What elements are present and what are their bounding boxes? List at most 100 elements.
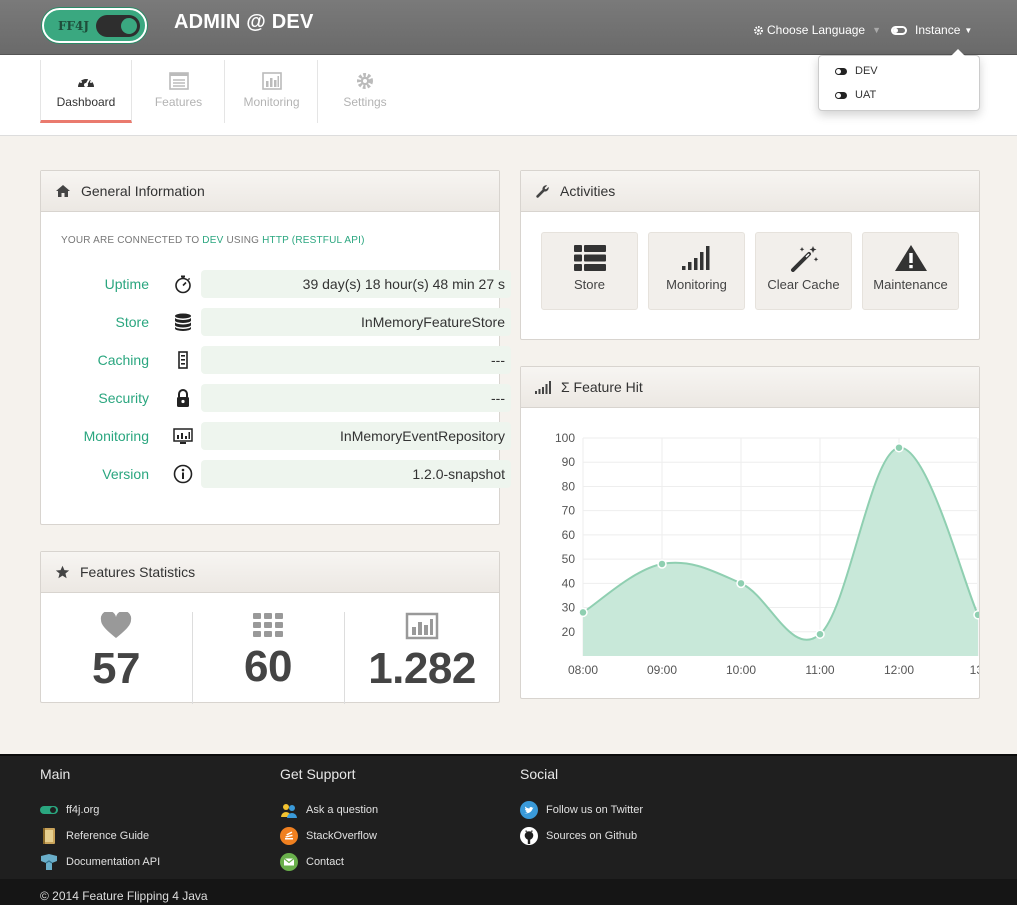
series-area	[583, 447, 978, 656]
grid-icon	[253, 613, 283, 637]
panel-title: General Information	[81, 183, 205, 199]
data-point	[894, 442, 904, 453]
instance-menu[interactable]: Instance ▼	[891, 23, 972, 37]
stat-features-total: 60	[193, 612, 343, 704]
data-point	[657, 559, 667, 569]
link-ask-question[interactable]: Ask a question	[280, 797, 378, 823]
tab-features[interactable]: Features	[133, 60, 225, 123]
info-row-version: Version 1.2.0-snapshot	[61, 460, 511, 488]
button-label: Clear Cache	[767, 277, 840, 292]
instance-option-label: UAT	[855, 89, 877, 101]
info-value: ---	[201, 346, 511, 374]
mail-icon	[280, 853, 298, 871]
y-tick-label: 30	[562, 601, 576, 615]
panel-header: General Information	[41, 171, 499, 212]
link-documentation-api[interactable]: Documentation API	[40, 849, 160, 875]
stat-value: 60	[244, 642, 292, 691]
list-icon	[573, 245, 606, 271]
copyright: © 2014 Feature Flipping 4 Java	[0, 879, 1017, 905]
wrench-icon	[536, 184, 549, 198]
bar-chart-icon	[261, 72, 282, 90]
database-icon	[175, 313, 191, 331]
signal-icon	[681, 246, 709, 270]
tab-dashboard[interactable]: Dashboard	[40, 60, 132, 123]
clear-cache-button[interactable]: Clear Cache	[755, 232, 852, 310]
info-row-security: Security ---	[61, 384, 511, 412]
gear-icon	[754, 25, 763, 35]
bar-chart-icon	[405, 612, 439, 640]
instance-option-dev[interactable]: DEV	[835, 65, 878, 77]
github-icon	[520, 827, 538, 845]
info-value: InMemoryFeatureStore	[201, 308, 511, 336]
maintenance-button[interactable]: Maintenance	[862, 232, 959, 310]
stopwatch-icon	[175, 275, 191, 294]
language-label: Choose Language	[767, 23, 866, 37]
logo-text: FF4J	[58, 19, 90, 33]
footer-heading: Social	[520, 766, 559, 782]
ff4j-logo[interactable]: FF4J	[42, 8, 147, 43]
tab-label: Features	[154, 95, 203, 109]
x-tick-label: 09:00	[647, 663, 677, 677]
gear-icon	[357, 73, 373, 89]
cache-icon	[178, 351, 188, 369]
info-row-caching: Caching ---	[61, 346, 511, 374]
link-label: ff4j.org	[66, 804, 100, 816]
toggle-icon	[835, 67, 847, 75]
link-label: Ask a question	[306, 804, 379, 816]
data-point	[815, 629, 825, 639]
footer: Main ff4j.org Reference Guide Documentat…	[0, 754, 1017, 879]
button-label: Monitoring	[666, 277, 727, 292]
link-ff4j-org[interactable]: ff4j.org	[40, 797, 160, 823]
instance-option-uat[interactable]: UAT	[835, 89, 876, 101]
info-label: Store	[115, 314, 149, 330]
info-label: Security	[98, 390, 149, 406]
link-label: StackOverflow	[306, 830, 377, 842]
connection-env: DEV	[202, 235, 224, 246]
button-label: Store	[573, 277, 606, 292]
stat-value: 57	[92, 644, 140, 693]
monitoring-button[interactable]: Monitoring	[648, 232, 745, 310]
footer-main-column: Main ff4j.org Reference Guide Documentat…	[40, 766, 160, 875]
home-icon	[56, 185, 70, 197]
footer-social-column: Social Follow us on Twitter Sources on G…	[520, 766, 643, 849]
stat-value: 1.282	[368, 644, 476, 693]
link-github[interactable]: Sources on Github	[520, 823, 643, 849]
x-tick-label: 08:00	[568, 663, 598, 677]
panel-title: Features Statistics	[80, 564, 196, 580]
connection-api: HTTP (RESTFUL API)	[262, 235, 365, 246]
tab-monitoring[interactable]: Monitoring	[226, 60, 318, 123]
chevron-down-icon: ▼	[872, 25, 882, 35]
link-label: Documentation API	[66, 856, 161, 868]
language-menu[interactable]: Choose Language ▼	[753, 23, 881, 37]
panel-title: Activities	[560, 183, 616, 199]
signal-icon	[535, 380, 551, 394]
panel-title: Σ Feature Hit	[561, 379, 643, 395]
stat-divider	[344, 612, 345, 704]
twitter-icon	[520, 801, 538, 819]
link-contact[interactable]: Contact	[280, 849, 378, 875]
tab-settings[interactable]: Settings	[319, 60, 411, 123]
stackoverflow-icon	[280, 827, 298, 845]
book-icon	[43, 828, 55, 844]
tab-label: Dashboard	[56, 95, 116, 109]
connection-mid: USING	[226, 235, 260, 246]
y-tick-label: 50	[562, 552, 576, 566]
store-button[interactable]: Store	[541, 232, 638, 310]
stat-hits: 1.282	[347, 612, 497, 704]
lock-icon	[177, 389, 189, 407]
x-tick-label: 13:	[970, 663, 979, 677]
y-tick-label: 100	[555, 431, 575, 445]
users-icon	[281, 804, 297, 818]
link-reference-guide[interactable]: Reference Guide	[40, 823, 160, 849]
toggle-icon	[835, 91, 847, 99]
toggle-icon	[891, 25, 907, 35]
link-twitter[interactable]: Follow us on Twitter	[520, 797, 643, 823]
x-tick-label: 10:00	[726, 663, 756, 677]
info-value: InMemoryEventRepository	[201, 422, 511, 450]
link-stackoverflow[interactable]: StackOverflow	[280, 823, 378, 849]
y-tick-label: 60	[562, 528, 576, 542]
star-icon	[55, 565, 70, 579]
features-statistics-panel: Features Statistics 57 60 1.282	[40, 551, 500, 704]
toggle-icon	[40, 806, 58, 814]
y-tick-label: 90	[562, 455, 576, 469]
